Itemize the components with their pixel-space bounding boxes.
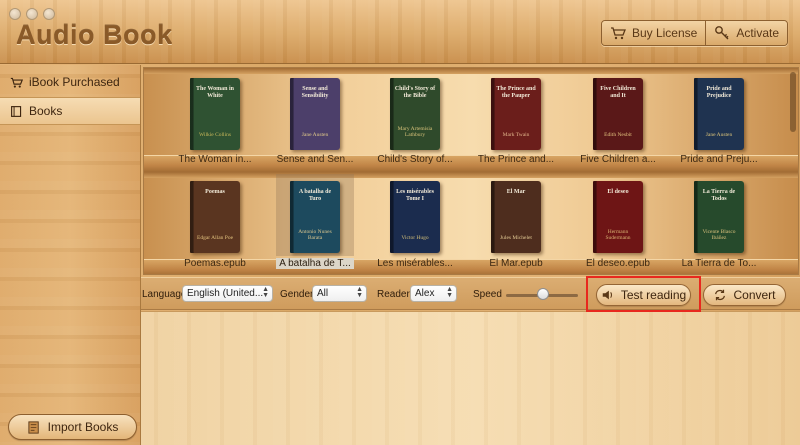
book-cover[interactable]: Five Children and It Edith Nesbit (593, 78, 643, 150)
book-cover-author: Antonio Nunes Barata (298, 229, 332, 241)
book-cover-author: Victor Hugo (401, 235, 429, 241)
cart-icon (10, 77, 23, 88)
gender-select[interactable]: All ▲ ▼ (312, 285, 367, 302)
book-cover-author: Vicente Blasco Ibáñez (702, 229, 736, 241)
book-caption: Pride and Preju... (680, 154, 758, 165)
import-books-button[interactable]: Import Books (8, 414, 137, 440)
app-title: Audio Book (16, 20, 173, 50)
book-cover-selected[interactable]: A batalha de Turo Antonio Nunes Barata (290, 181, 340, 253)
book-caption: El Mar.epub (489, 258, 543, 269)
convert-button[interactable]: Convert (703, 284, 786, 306)
activate-label: Activate (736, 26, 779, 40)
book-cover-author: Hermann Sudermann (605, 229, 631, 241)
book-caption: The Prince and... (477, 154, 555, 165)
book-cover-title: Pride and Prejudice (706, 86, 732, 99)
book-caption: Sense and Sen... (276, 154, 354, 165)
book-cover[interactable]: La Tierra de Todos Vicente Blasco Ibáñez (694, 181, 744, 253)
book-cover-title: El deseo (607, 189, 629, 195)
stepper-arrows-icon: ▲ ▼ (356, 286, 363, 299)
book-cover[interactable]: Child's Story of the Bible Mary Artemisi… (390, 78, 440, 150)
book-cover[interactable]: Pride and Prejudice Jane Austen (694, 78, 744, 150)
bookshelf: The Woman in White Wilkie Collins The Wo… (143, 67, 799, 275)
import-book-icon (28, 420, 39, 434)
minimize-window-button[interactable] (26, 8, 38, 20)
reading-controls-bar: Language English (United... ▲ ▼ Gender Al… (141, 276, 800, 312)
gender-label: Gender (280, 289, 314, 300)
book-cover-title: The Prince and the Pauper (496, 86, 536, 99)
book-cover-author: Jane Austen (301, 132, 329, 138)
book-icon (11, 105, 22, 117)
sidebar-item-label: Books (29, 104, 63, 118)
book-cover-author: Mary Artemisia Lathbury (397, 126, 433, 138)
reader-label: Reader (377, 289, 410, 300)
book-caption: The Woman in... (178, 154, 252, 165)
speed-label: Speed (473, 289, 502, 300)
stepper-arrows-icon: ▲ ▼ (446, 286, 453, 299)
sidebar-item-books[interactable]: Books (0, 97, 140, 125)
book-cover-title: El Mar (506, 189, 526, 195)
book-cover[interactable]: The Prince and the Pauper Mark Twain (491, 78, 541, 150)
key-icon (715, 26, 729, 40)
book-cover-author: Jane Austen (705, 132, 733, 138)
close-window-button[interactable] (9, 8, 21, 20)
book-cover-title: Child's Story of the Bible (394, 86, 436, 99)
annotation-highlight-box (586, 276, 701, 312)
book-caption: Poemas.epub (184, 258, 246, 269)
book-caption-selected: A batalha de T... (276, 258, 354, 269)
book-cover[interactable]: Poemas Edgar Allan Poe (190, 181, 240, 253)
sidebar: iBook Purchased Books Import Books (0, 65, 141, 445)
activate-button[interactable]: Activate (705, 21, 787, 45)
language-label: Language (142, 289, 187, 300)
book-cover-author: Jules Michelet (500, 235, 532, 241)
book-cover-author: Edith Nesbit (604, 132, 632, 138)
language-value: English (United... (187, 288, 264, 299)
book-cover-author: Mark Twain (502, 132, 530, 138)
license-button-group: Buy License Activate (600, 20, 788, 46)
reader-select[interactable]: Alex ▲ ▼ (410, 285, 457, 302)
book-cover-title: Poemas (205, 189, 225, 195)
book-cover-author: Wilkie Collins (198, 132, 231, 138)
book-caption: El deseo.epub (586, 258, 650, 269)
book-cover-title: Les misérables Tome I (396, 189, 434, 202)
sidebar-item-label: iBook Purchased (29, 75, 120, 89)
book-cover-title: Sense and Sensibility (301, 86, 329, 99)
stepper-arrows-icon: ▲ ▼ (262, 286, 269, 299)
book-cover-title: The Woman in White (196, 86, 234, 99)
shelf-scrollbar[interactable] (790, 72, 796, 132)
book-caption: Les misérables... (377, 258, 453, 269)
cart-icon (610, 27, 626, 40)
book-cover[interactable]: The Woman in White Wilkie Collins (190, 78, 240, 150)
language-select[interactable]: English (United... ▲ ▼ (182, 285, 273, 302)
book-cover-title: Five Children and It (600, 86, 636, 99)
app-window: Audio Book Buy License Activate iBook Pu… (0, 0, 800, 445)
book-cover-author: Edgar Allan Poe (196, 235, 234, 241)
book-caption: Child's Story of... (377, 154, 453, 165)
gender-value: All (317, 288, 329, 299)
buy-license-label: Buy License (631, 26, 698, 40)
book-caption: La Tierra de To... (681, 258, 757, 269)
convert-label: Convert (733, 288, 776, 302)
buy-license-button[interactable]: Buy License (601, 21, 706, 45)
convert-arrows-icon (715, 289, 726, 301)
sidebar-item-ibook-purchased[interactable]: iBook Purchased (0, 68, 140, 96)
text-preview-area[interactable] (141, 311, 800, 445)
speed-slider-knob[interactable] (537, 288, 549, 300)
book-cover-title: A batalha de Turo (298, 189, 332, 202)
book-caption: Five Children a... (580, 154, 656, 165)
book-cover[interactable]: El Mar Jules Michelet (491, 181, 541, 253)
reader-value: Alex (415, 288, 435, 299)
import-books-label: Import Books (47, 420, 119, 434)
book-cover-title: La Tierra de Todos (702, 189, 736, 202)
zoom-window-button[interactable] (43, 8, 55, 20)
book-cover[interactable]: El deseo Hermann Sudermann (593, 181, 643, 253)
book-cover[interactable]: Les misérables Tome I Victor Hugo (390, 181, 440, 253)
title-bar: Audio Book Buy License Activate (0, 0, 800, 64)
book-cover[interactable]: Sense and Sensibility Jane Austen (290, 78, 340, 150)
